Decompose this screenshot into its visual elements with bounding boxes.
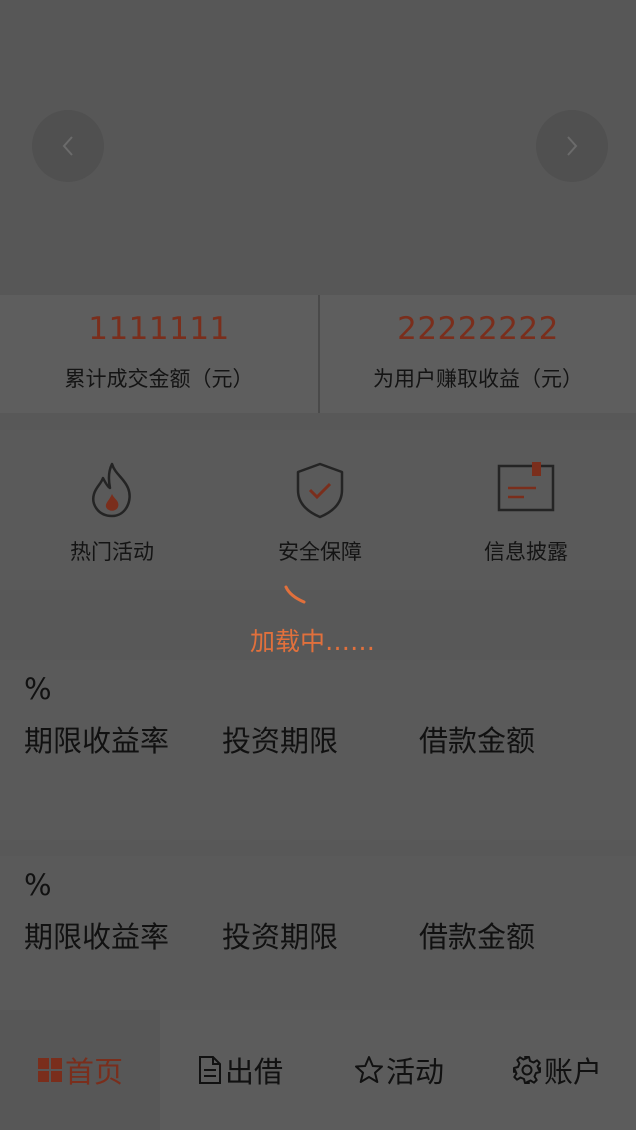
product-card[interactable]: % 期限收益率 投资期限 借款金额 xyxy=(0,856,636,1036)
stat-total-volume: 1111111 累计成交金额（元） xyxy=(0,295,318,413)
star-icon xyxy=(354,1056,383,1083)
product-amount-label: 借款金额 xyxy=(419,724,536,758)
stat-value: 22222222 xyxy=(397,311,559,347)
shield-check-icon xyxy=(296,462,344,519)
tab-home[interactable]: 首页 xyxy=(0,1010,160,1130)
stat-user-earnings: 22222222 为用户赚取收益（元） xyxy=(319,295,636,413)
feature-label: 热门活动 xyxy=(70,540,154,564)
stat-label: 累计成交金额（元） xyxy=(64,367,254,391)
product-term-label: 投资期限 xyxy=(222,920,339,954)
product-rate-value: % xyxy=(24,672,52,706)
bottom-tab-bar: 首页 出借 活动 账户 xyxy=(0,1010,636,1130)
grid-icon xyxy=(37,1058,62,1082)
flame-icon xyxy=(92,462,131,518)
product-term-label: 投资期限 xyxy=(222,724,339,758)
feature-label: 信息披露 xyxy=(484,540,568,564)
tab-label: 出借 xyxy=(224,1055,283,1089)
document-icon xyxy=(497,462,555,512)
tab-label: 账户 xyxy=(543,1055,602,1089)
home-page: 1111111 累计成交金额（元） 22222222 为用户赚取收益（元） 热门… xyxy=(0,0,636,1130)
chevron-right-icon xyxy=(567,136,578,156)
carousel-next-button[interactable] xyxy=(536,110,608,182)
stat-label: 为用户赚取收益（元） xyxy=(373,367,583,391)
product-rate-label: 期限收益率 xyxy=(24,920,170,954)
feature-hot-activities[interactable]: 热门活动 xyxy=(6,430,218,590)
loading-spinner-icon xyxy=(284,585,306,604)
stat-value: 1111111 xyxy=(88,311,230,347)
feature-disclosure[interactable]: 信息披露 xyxy=(420,430,632,590)
tab-label: 首页 xyxy=(64,1055,123,1089)
feature-label: 安全保障 xyxy=(278,540,362,564)
file-icon xyxy=(198,1056,221,1084)
tab-account[interactable]: 账户 xyxy=(478,1010,636,1130)
tab-label: 活动 xyxy=(385,1055,444,1089)
gear-icon xyxy=(512,1056,541,1084)
tab-activities[interactable]: 活动 xyxy=(320,1010,478,1130)
banner-carousel[interactable] xyxy=(0,0,636,295)
stats-panel: 1111111 累计成交金额（元） 22222222 为用户赚取收益（元） xyxy=(0,295,636,413)
product-amount-label: 借款金额 xyxy=(419,920,536,954)
loading-text: 加载中…… xyxy=(250,627,376,656)
product-card[interactable]: % 期限收益率 投资期限 借款金额 xyxy=(0,660,636,840)
feature-shortcuts: 热门活动 安全保障 信息披露 xyxy=(0,430,636,590)
feature-security[interactable]: 安全保障 xyxy=(214,430,426,590)
product-rate-value: % xyxy=(24,868,52,902)
tab-lend[interactable]: 出借 xyxy=(160,1010,320,1130)
chevron-left-icon xyxy=(62,136,73,156)
carousel-prev-button[interactable] xyxy=(32,110,104,182)
product-rate-label: 期限收益率 xyxy=(24,724,170,758)
